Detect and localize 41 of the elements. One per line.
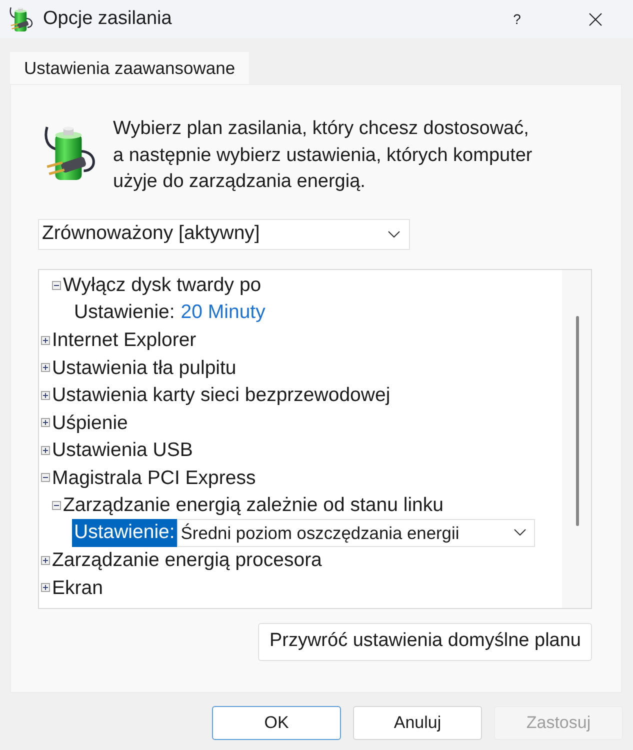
plus-box-icon[interactable] xyxy=(41,418,50,428)
tree-item[interactable]: Ustawienia USB xyxy=(51,438,194,462)
chevron-down-icon xyxy=(514,529,526,536)
tree-item[interactable]: Ustawienia tła pulpitu xyxy=(51,356,238,380)
battery-plug-icon xyxy=(9,6,34,32)
tree-item[interactable]: Ekran xyxy=(51,576,104,600)
window-title: Opcje zasilania xyxy=(43,6,172,31)
plus-box-icon[interactable] xyxy=(41,556,50,565)
plan-value: Zrównoważony [aktywny] xyxy=(42,221,260,246)
setting-label[interactable]: Ustawienie: xyxy=(72,518,177,547)
description-text: Wybierz plan zasilania, który chcesz dostosować, a następnie wybierz ustawienia, których komputer użyje do zarządzania energią. xyxy=(113,117,532,194)
setting-value: Średni poziom oszczędzania energii xyxy=(180,522,460,545)
dialog-button[interactable]: OK xyxy=(212,706,341,740)
battery-plug-icon xyxy=(43,126,98,181)
minus-box-icon[interactable] xyxy=(41,473,50,482)
tree-item[interactable]: Wyłącz dysk twardy po xyxy=(62,273,262,298)
tree-item[interactable]: Ustawienia karty sieci bezprzewodowej xyxy=(51,383,392,408)
tree-item[interactable]: Magistrala PCI Express xyxy=(51,466,257,490)
setting-label[interactable]: Ustawienie: xyxy=(72,298,177,327)
tree-item[interactable]: Internet Explorer xyxy=(51,328,198,352)
dialog-button[interactable]: Anuluj xyxy=(353,706,482,740)
scrollbar[interactable] xyxy=(562,270,591,608)
tab[interactable]: Ustawienia zaawansowane xyxy=(10,52,250,84)
close-icon xyxy=(588,12,602,26)
help-button[interactable]: ? xyxy=(494,0,540,38)
plan-dropdown[interactable]: Zrównoważony [aktywny] xyxy=(38,218,410,250)
scrollbar-thumb[interactable] xyxy=(576,316,578,526)
plus-box-icon[interactable] xyxy=(41,336,50,345)
minus-box-icon[interactable] xyxy=(52,500,61,510)
chevron-down-icon xyxy=(388,230,400,238)
setting-value-dropdown[interactable]: Średni poziom oszczędzania energii xyxy=(176,518,535,547)
tree-item[interactable]: Uśpienie xyxy=(51,410,129,435)
tree-item[interactable]: Zarządzanie energią zależnie od stanu linku xyxy=(62,493,444,518)
plus-box-icon[interactable] xyxy=(41,446,50,455)
minus-box-icon[interactable] xyxy=(52,280,61,290)
restore-defaults-button[interactable]: Przywróć ustawienia domyślne planu xyxy=(258,622,592,660)
plus-box-icon[interactable] xyxy=(41,583,50,592)
plus-box-icon[interactable] xyxy=(41,390,50,400)
setting-value-link[interactable]: 20 Minuty xyxy=(180,298,266,328)
plus-box-icon[interactable] xyxy=(41,363,50,372)
tree-item[interactable]: Zarządzanie energią procesora xyxy=(51,548,323,572)
